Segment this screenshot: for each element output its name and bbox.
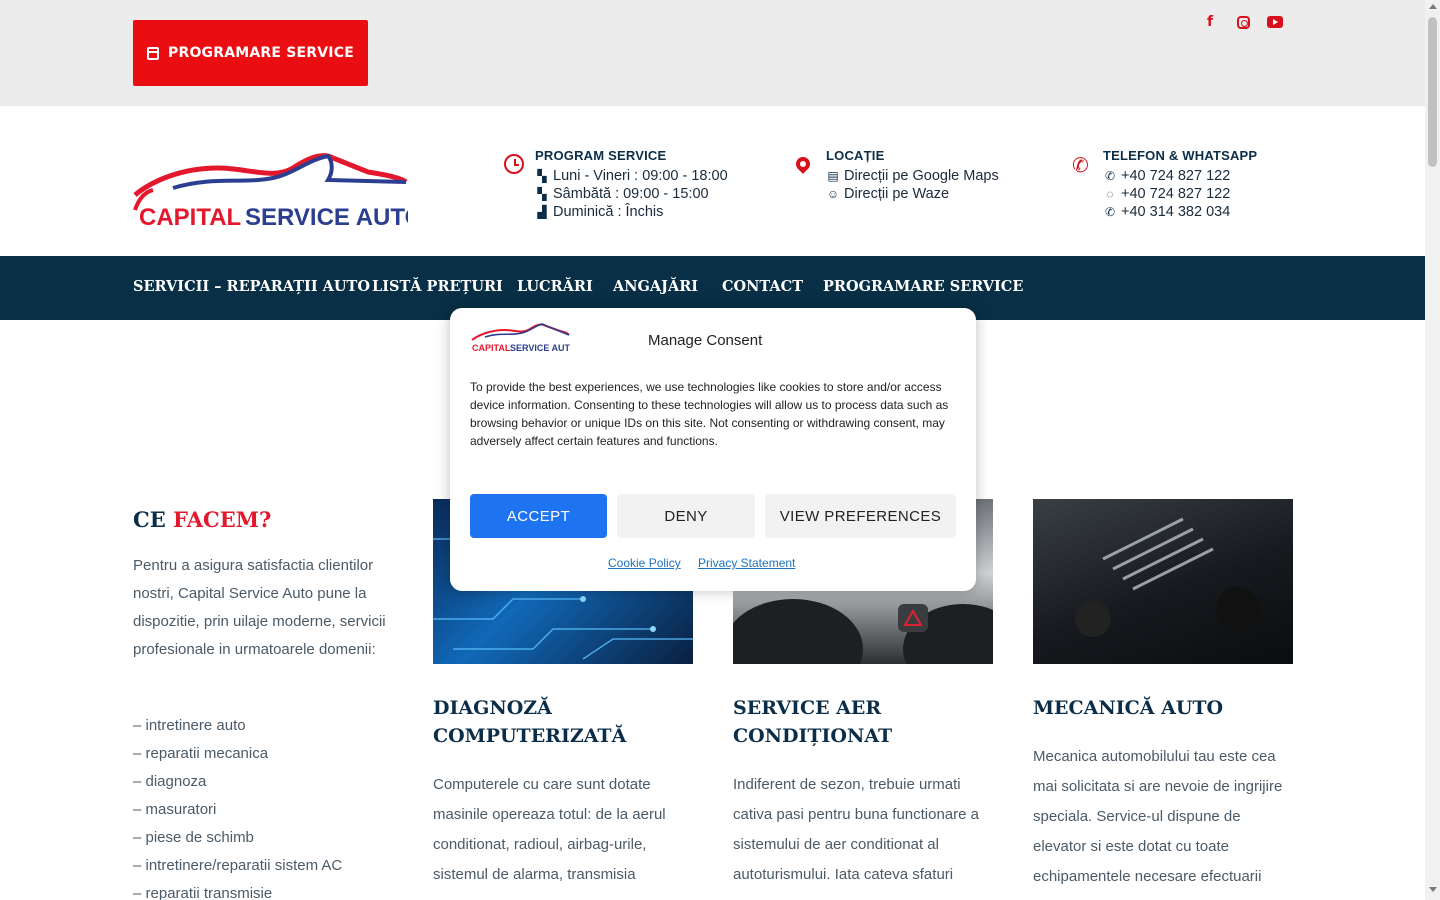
program-service-title: PROGRAM SERVICE [535,148,667,163]
card-text-mecanica: Mecanica automobilului tau este cea mai … [1033,748,1283,885]
program-line-sunday: ▟ Duminică : Închis [535,203,728,221]
cookie-policy-link[interactable]: Cookie Policy [608,556,681,570]
program-line-saturday: ▚ Sâmbătă : 09:00 - 15:00 [535,185,728,203]
card-title-aer-conditionat[interactable]: SERVICE AER CONDIȚIONAT [733,694,993,750]
privacy-statement-link[interactable]: Privacy Statement [698,556,795,570]
waze-icon: ☺ [826,187,840,201]
instagram-icon[interactable] [1235,14,1251,30]
deny-button[interactable]: DENY [617,494,755,538]
scroll-down-arrow-icon[interactable] [1429,887,1437,892]
whatsapp-link[interactable]: ◌ +40 724 827 122 [1103,185,1257,203]
telefon-title: TELEFON & WHATSAPP [1103,148,1258,163]
consent-modal: CAPITAL SERVICE AUTO Manage Consent To p… [450,308,976,591]
svg-text:SERVICE AUTO: SERVICE AUTO [510,343,570,353]
youtube-icon[interactable] [1267,14,1283,30]
programare-service-button[interactable]: PROGRAMARE SERVICE [133,20,368,86]
nav-item-lista-preturi[interactable]: LISTĂ PREȚURI [372,278,503,295]
google-maps-link[interactable]: ▤ Direcții pe Google Maps [826,167,998,185]
section-title: CE FACEM? [133,507,272,532]
facebook-icon[interactable]: f [1202,14,1218,30]
consent-title: Manage Consent [648,332,763,349]
page-scrollbar[interactable] [1425,0,1440,900]
telefon-block: TELEFON & WHATSAPP ✆ +40 724 827 122 ◌ +40… [1103,148,1257,221]
top-bar: PROGRAMARE SERVICE f [0,0,1425,106]
phone-small-icon: ✆ [1104,169,1116,183]
card-title-mecanica[interactable]: MECANICĂ AUTO [1033,694,1293,722]
phone-link-2[interactable]: ✆ +40 314 382 034 [1103,203,1257,221]
clock-icon [504,154,524,174]
locatie-title: LOCAȚIE [826,148,885,163]
engine-bay-art [1075,517,1260,637]
view-preferences-button[interactable]: VIEW PREFERENCES [765,494,956,538]
list-item: – reparatii transmisie [133,885,273,900]
logo-text-capital: CAPITAL [139,204,241,230]
list-item: – reparatii mecanica [133,745,269,762]
mecanica-image[interactable] [1033,499,1293,664]
program-line-weekdays: ▚ Luni - Vineri : 09:00 - 18:00 [535,167,727,185]
calendar-icon [147,46,160,60]
scroll-up-arrow-icon[interactable] [1429,4,1437,9]
section-intro: Pentru a asigura satisfactia clientilor … [133,557,386,658]
nav-item-programare[interactable]: PROGRAMARE SERVICE [823,278,1023,295]
accept-button[interactable]: ACCEPT [470,494,607,538]
consent-logo: CAPITAL SERVICE AUTO [471,323,570,353]
phone-small-icon: ✆ [1104,205,1116,219]
svg-text:CAPITAL: CAPITAL [472,343,511,353]
door-closed-icon: ▟ [537,205,547,219]
list-item: – diagnoza [133,773,207,790]
door-open-icon: ▚ [537,169,547,183]
capital-service-auto-logo[interactable]: CAPITAL SERVICE AUTO [133,150,408,230]
nav-item-angajari[interactable]: ANGAJĂRI [613,278,698,295]
whatsapp-icon: ◌ [1106,187,1114,201]
nav-item-servicii[interactable]: SERVICII – REPARAȚII AUTO [133,278,370,295]
list-item: – piese de schimb [133,829,254,846]
door-open-icon: ▚ [537,187,547,201]
scroll-thumb[interactable] [1428,17,1437,167]
programare-service-label: PROGRAMARE SERVICE [168,45,354,61]
card-title-diagnoza[interactable]: DIAGNOZĂ COMPUTERIZATĂ [433,694,693,750]
services-list: – intretinere auto – reparatii mecanica … [133,712,342,900]
program-service-block: PROGRAM SERVICE ▚ Luni - Vineri : 09:00 -… [535,148,728,221]
list-item: – intretinere auto [133,717,246,734]
phone-link-1[interactable]: ✆ +40 724 827 122 [1103,167,1257,185]
nav-item-contact[interactable]: CONTACT [722,278,803,295]
list-item: – intretinere/reparatii sistem AC [133,857,343,874]
phone-icon: ✆ [1072,153,1089,177]
logo-text-service-auto: SERVICE AUTO [245,204,408,230]
card-text-aer-conditionat: Indiferent de sezon, trebuie urmati cati… [733,776,979,883]
nav-item-lucrari[interactable]: LUCRĂRI [517,278,593,295]
locatie-block: LOCAȚIE ▤ Direcții pe Google Maps ☺ Direcț… [826,148,999,203]
card-text-diagnoza: Computerele cu care sunt dotate masinile… [433,776,666,883]
consent-text: To provide the best experiences, we use … [470,380,949,448]
waze-link[interactable]: ☺ Direcții pe Waze [826,185,999,203]
map-icon: ▤ [827,169,839,183]
list-item: – masuratori [133,801,217,818]
